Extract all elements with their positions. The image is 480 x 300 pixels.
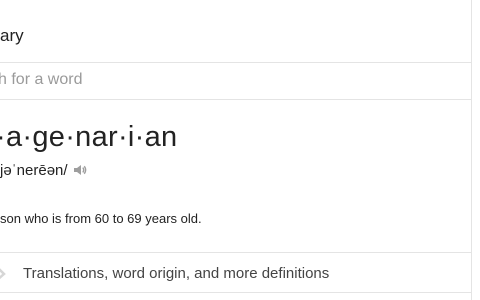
divider: [0, 292, 472, 293]
definition-text: son who is from 60 to 69 years old.: [0, 211, 202, 226]
card-border: [471, 0, 472, 300]
divider: [0, 62, 472, 63]
more-definitions-label: Translations, word origin, and more defi…: [23, 265, 330, 282]
chevron-down-icon: [0, 261, 12, 283]
search-input[interactable]: [0, 66, 458, 94]
more-definitions-link[interactable]: Translations, word origin, and more defi…: [0, 253, 470, 293]
divider: [0, 99, 472, 100]
pronunciation-row: jəˈnerēən/: [0, 160, 88, 180]
phonetic-spelling: jəˈnerēən/: [0, 161, 68, 179]
card-title: ary: [0, 26, 24, 45]
speaker-icon[interactable]: [72, 162, 88, 178]
headword: ·a·ge·nar·i·an: [0, 121, 178, 153]
dictionary-card: ary ·a·ge·nar·i·an jəˈnerēən/ son who is…: [0, 0, 480, 300]
